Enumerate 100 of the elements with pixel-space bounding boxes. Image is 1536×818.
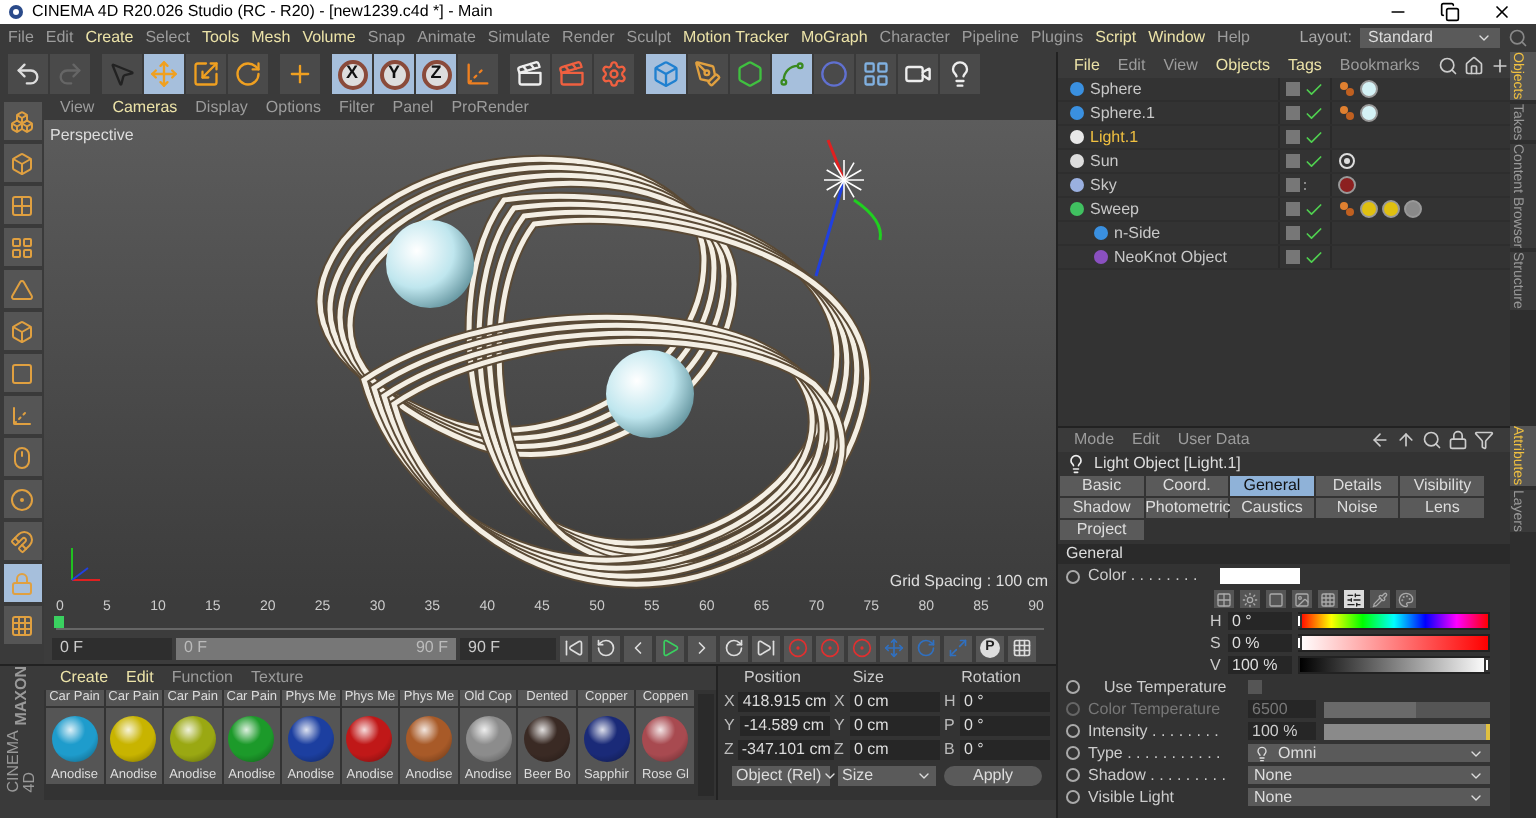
pen-button[interactable]	[688, 54, 728, 94]
undo-button[interactable]	[8, 54, 48, 94]
menu-item[interactable]: Simulate	[487, 26, 551, 50]
menu-item[interactable]: Mesh	[251, 26, 291, 50]
menu-item[interactable]: Tags	[1288, 53, 1322, 77]
coordinate-field[interactable]: 0 cm	[850, 692, 940, 712]
menu-item[interactable]: Function	[171, 666, 233, 690]
rotate-button[interactable]	[228, 54, 268, 94]
menu-item[interactable]: Script	[1095, 26, 1137, 50]
tab[interactable]: Visibility	[1400, 476, 1484, 496]
tool-button[interactable]	[3, 312, 41, 350]
filter-icon[interactable]	[1474, 430, 1494, 450]
search-icon[interactable]	[1437, 55, 1458, 75]
tool-button[interactable]	[3, 354, 41, 392]
tool-button[interactable]	[3, 102, 41, 140]
frame-field[interactable]: 0 F	[52, 637, 172, 659]
menu-item[interactable]: Motion Tracker	[683, 26, 789, 50]
menu-item[interactable]: Edit	[45, 26, 74, 50]
camera-button[interactable]	[898, 54, 938, 94]
next-key-button[interactable]	[720, 635, 748, 661]
keyframe-toggle-icon[interactable]	[1066, 569, 1080, 583]
coordinate-field[interactable]: 0 °	[960, 740, 1050, 760]
menu-item[interactable]: Filter	[338, 96, 375, 120]
grid-button[interactable]	[1008, 635, 1036, 661]
slider-thumb[interactable]	[1484, 658, 1490, 672]
menu-item[interactable]: View	[60, 96, 95, 120]
tab[interactable]: Details	[1315, 476, 1399, 496]
color-mode-button[interactable]	[1240, 590, 1260, 608]
tool-button[interactable]	[3, 480, 41, 518]
object-name[interactable]: Sky	[1090, 173, 1117, 197]
coordinate-field[interactable]: -14.589 cm	[740, 716, 830, 736]
dropdown[interactable]: Omni	[1248, 744, 1490, 762]
axis-lock-button[interactable]: Y	[374, 54, 414, 94]
tool-button[interactable]	[3, 396, 41, 434]
channel-field[interactable]: 0 %	[1228, 634, 1292, 652]
tool-button[interactable]	[3, 186, 41, 224]
tab[interactable]: Photometric	[1145, 498, 1229, 518]
floor-button[interactable]	[856, 54, 896, 94]
play-button[interactable]	[656, 635, 684, 661]
tab[interactable]: Coord.	[1145, 476, 1229, 496]
menu-item[interactable]: Create	[85, 26, 134, 50]
color-mode-button[interactable]	[1318, 590, 1338, 608]
tab[interactable]: Shadow	[1060, 498, 1144, 518]
tab[interactable]: Basic	[1060, 476, 1144, 496]
menu-item[interactable]: Options	[265, 96, 321, 120]
menu-item[interactable]: Edit	[1132, 428, 1160, 452]
axis-lock-button[interactable]: X	[332, 54, 372, 94]
color-mode-button[interactable]	[1266, 590, 1286, 608]
add-button[interactable]	[280, 54, 320, 94]
menu-item[interactable]: File	[1074, 53, 1100, 77]
dropdown[interactable]: None	[1248, 788, 1490, 806]
coordinate-field[interactable]: 0 °	[960, 692, 1050, 712]
menu-item[interactable]: Tools	[201, 26, 240, 50]
menu-item[interactable]: Select	[145, 26, 190, 50]
coordinate-field[interactable]: 0 cm	[850, 740, 940, 760]
prev-key-button[interactable]	[592, 635, 620, 661]
menu-item[interactable]: Objects	[1215, 53, 1271, 77]
last-button[interactable]	[752, 635, 780, 661]
value-field[interactable]: 100 %	[1248, 722, 1316, 740]
close-icon[interactable]	[1492, 2, 1512, 22]
next-frame-button[interactable]	[688, 635, 716, 661]
color-swatch[interactable]	[1220, 568, 1300, 584]
tool-button[interactable]	[3, 606, 41, 644]
coordinate-field[interactable]: 418.915 cm	[738, 692, 831, 712]
plus-icon[interactable]	[1489, 55, 1510, 75]
menu-item[interactable]: User Data	[1177, 428, 1250, 452]
tab[interactable]: General	[1230, 476, 1314, 496]
menu-item[interactable]: Panel	[392, 96, 434, 120]
menu-item[interactable]: Bookmarks	[1339, 53, 1420, 77]
menu-item[interactable]: Plugins	[1030, 26, 1084, 50]
menu-item[interactable]: Display	[195, 96, 248, 120]
channel-field[interactable]: 100 %	[1228, 656, 1292, 674]
lock-icon[interactable]	[1448, 430, 1468, 450]
menu-item[interactable]: Render	[562, 26, 615, 50]
menu-item[interactable]: Window	[1148, 26, 1206, 50]
object-name[interactable]: Sphere	[1090, 77, 1142, 101]
coordinate-field[interactable]: 0 °	[960, 716, 1050, 736]
tab[interactable]: Noise	[1315, 498, 1399, 518]
color-mode-button[interactable]	[1344, 590, 1364, 608]
tool-button[interactable]	[3, 564, 41, 602]
menu-item[interactable]: Volume	[302, 26, 356, 50]
checkbox[interactable]	[1248, 680, 1262, 694]
tab[interactable]: Caustics	[1230, 498, 1314, 518]
tool-button[interactable]	[3, 144, 41, 182]
tool-button[interactable]	[3, 438, 41, 476]
menu-item[interactable]: MoGraph	[800, 26, 868, 50]
tool-button[interactable]	[3, 522, 41, 560]
restore-icon[interactable]	[1440, 2, 1460, 22]
layout-dropdown[interactable]: Standard	[1360, 28, 1500, 48]
apply-button[interactable]: Apply	[944, 766, 1042, 786]
object-name[interactable]: Sun	[1090, 149, 1119, 173]
house-icon[interactable]	[1463, 55, 1484, 75]
search-icon[interactable]	[1422, 430, 1442, 450]
render-settings-button[interactable]	[594, 54, 634, 94]
menu-item[interactable]: Character	[879, 26, 950, 50]
menu-item[interactable]: Cameras	[112, 96, 178, 120]
back-icon[interactable]	[1370, 430, 1390, 450]
record-button[interactable]	[848, 635, 876, 661]
subdivision-button[interactable]	[730, 54, 770, 94]
slider-thumb[interactable]	[1296, 636, 1302, 650]
